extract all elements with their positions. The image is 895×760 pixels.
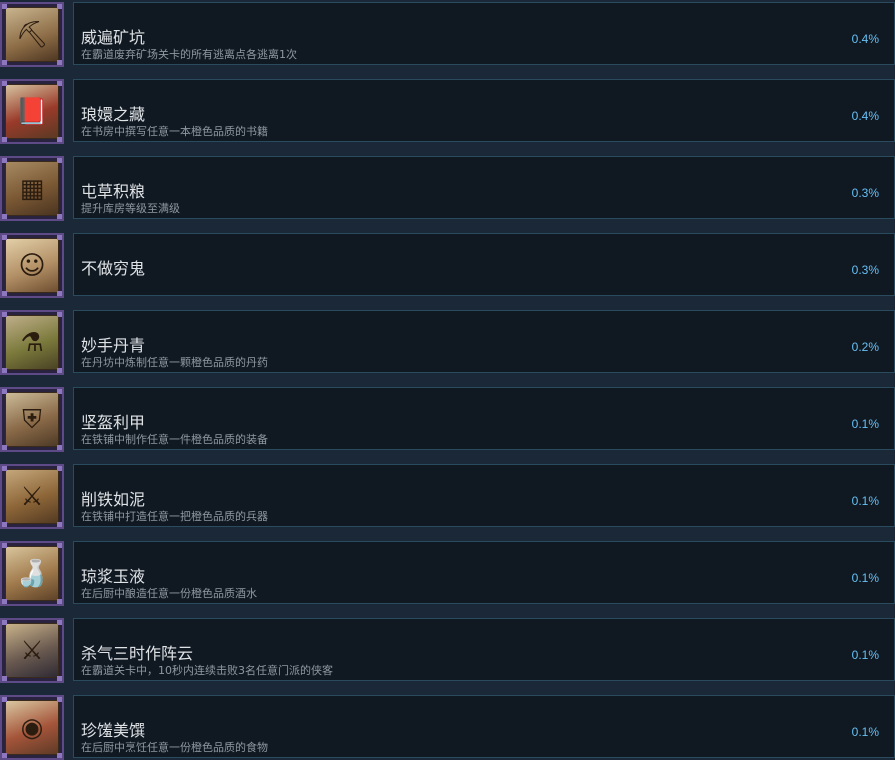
achievement-title: 琼浆玉液: [81, 567, 146, 586]
food-plate-icon: ◉: [0, 695, 64, 760]
wine-bottle-icon: 🍶: [0, 541, 64, 606]
abandoned-mine-icon: ⛏: [0, 2, 64, 67]
achievement-card: 不做穷鬼 0.3%: [73, 233, 895, 296]
merchant-icon: ☺: [0, 233, 64, 298]
achievement-row[interactable]: ⚗ 妙手丹青 在丹坊中炼制任意一颗橙色品质的丹药 0.2%: [0, 310, 895, 375]
achievement-card: 坚盔利甲 在铁铺中制作任意一件橙色品质的装备 0.1%: [73, 387, 895, 450]
achievement-row[interactable]: ⚔ 杀气三时作阵云 在霸道关卡中，10秒内连续击败3名任意门派的侠客 0.1%: [0, 618, 895, 683]
icon-glyph: ☺: [18, 250, 46, 281]
achievement-card: 珍馐美馔 在后厨中烹饪任意一份橙色品质的食物 0.1%: [73, 695, 895, 758]
icon-glyph: 📕: [15, 96, 49, 127]
book-icon: 📕: [0, 79, 64, 144]
achievement-card: 屯草积粮 提升库房等级至满级 0.3%: [73, 156, 895, 219]
unlock-percentage: 0.1%: [851, 494, 879, 508]
icon-glyph: ◉: [20, 712, 44, 743]
achievement-row[interactable]: 🍶 琼浆玉液 在后厨中酿造任意一份橙色品质酒水 0.1%: [0, 541, 895, 606]
achievement-title: 屯草积粮: [81, 182, 146, 201]
achievement-description: 提升库房等级至满级: [81, 202, 180, 215]
achievement-card: 杀气三时作阵云 在霸道关卡中，10秒内连续击败3名任意门派的侠客 0.1%: [73, 618, 895, 681]
icon-glyph: ▦: [19, 173, 45, 204]
achievement-card: 威遍矿坑 在霸道废弃矿场关卡的所有逃离点各逃离1次 0.4%: [73, 2, 895, 65]
achievement-row[interactable]: ▦ 屯草积粮 提升库房等级至满级 0.3%: [0, 156, 895, 221]
achievement-card: 琅嬛之藏 在书房中撰写任意一本橙色品质的书籍 0.4%: [73, 79, 895, 142]
weapon-rack-icon: ⚔: [0, 464, 64, 529]
achievement-description: 在铁铺中打造任意一把橙色品质的兵器: [81, 510, 268, 523]
achievement-title: 威遍矿坑: [81, 28, 146, 47]
icon-glyph: ⚔: [20, 635, 44, 666]
achievement-description: 在铁铺中制作任意一件橙色品质的装备: [81, 433, 268, 446]
achievement-description: 在后厨中酿造任意一份橙色品质酒水: [81, 587, 257, 600]
achievement-description: 在丹坊中炼制任意一颗橙色品质的丹药: [81, 356, 268, 369]
achievement-row[interactable]: ☺ 不做穷鬼 0.3%: [0, 233, 895, 298]
achievement-row[interactable]: ◉ 珍馐美馔 在后厨中烹饪任意一份橙色品质的食物 0.1%: [0, 695, 895, 760]
achievement-title: 坚盔利甲: [81, 413, 146, 432]
icon-glyph: ⛨: [22, 404, 42, 435]
achievement-row[interactable]: ⛨ 坚盔利甲 在铁铺中制作任意一件橙色品质的装备 0.1%: [0, 387, 895, 452]
achievement-description: 在书房中撰写任意一本橙色品质的书籍: [81, 125, 268, 138]
achievement-title: 珍馐美馔: [81, 721, 146, 740]
achievement-title: 不做穷鬼: [81, 259, 146, 278]
unlock-percentage: 0.1%: [851, 417, 879, 431]
unlock-percentage: 0.4%: [851, 109, 879, 123]
icon-glyph: ⚔: [20, 481, 44, 512]
achievement-title: 妙手丹青: [81, 336, 146, 355]
icon-glyph: ⚗: [20, 327, 44, 358]
icon-glyph: ⛏: [15, 19, 49, 50]
armor-icon: ⛨: [0, 387, 64, 452]
achievement-description: 在霸道废弃矿场关卡的所有逃离点各逃离1次: [81, 48, 297, 61]
achievement-title: 削铁如泥: [81, 490, 146, 509]
achievement-title: 杀气三时作阵云: [81, 644, 194, 663]
achievement-row[interactable]: ⛏ 威遍矿坑 在霸道废弃矿场关卡的所有逃离点各逃离1次 0.4%: [0, 2, 895, 67]
unlock-percentage: 0.4%: [851, 32, 879, 46]
achievement-card: 妙手丹青 在丹坊中炼制任意一颗橙色品质的丹药 0.2%: [73, 310, 895, 373]
unlock-percentage: 0.1%: [851, 648, 879, 662]
unlock-percentage: 0.1%: [851, 571, 879, 585]
unlock-percentage: 0.2%: [851, 340, 879, 354]
icon-glyph: 🍶: [15, 558, 49, 589]
achievement-row[interactable]: 📕 琅嬛之藏 在书房中撰写任意一本橙色品质的书籍 0.4%: [0, 79, 895, 144]
achievement-card: 削铁如泥 在铁铺中打造任意一把橙色品质的兵器 0.1%: [73, 464, 895, 527]
achievement-title: 琅嬛之藏: [81, 105, 146, 124]
unlock-percentage: 0.3%: [851, 186, 879, 200]
achievement-row[interactable]: ⚔ 削铁如泥 在铁铺中打造任意一把橙色品质的兵器 0.1%: [0, 464, 895, 529]
unlock-percentage: 0.3%: [851, 263, 879, 277]
warrior-icon: ⚔: [0, 618, 64, 683]
alchemy-cauldron-icon: ⚗: [0, 310, 64, 375]
storehouse-icon: ▦: [0, 156, 64, 221]
achievement-card: 琼浆玉液 在后厨中酿造任意一份橙色品质酒水 0.1%: [73, 541, 895, 604]
unlock-percentage: 0.1%: [851, 725, 879, 739]
achievement-description: 在霸道关卡中，10秒内连续击败3名任意门派的侠客: [81, 664, 333, 677]
